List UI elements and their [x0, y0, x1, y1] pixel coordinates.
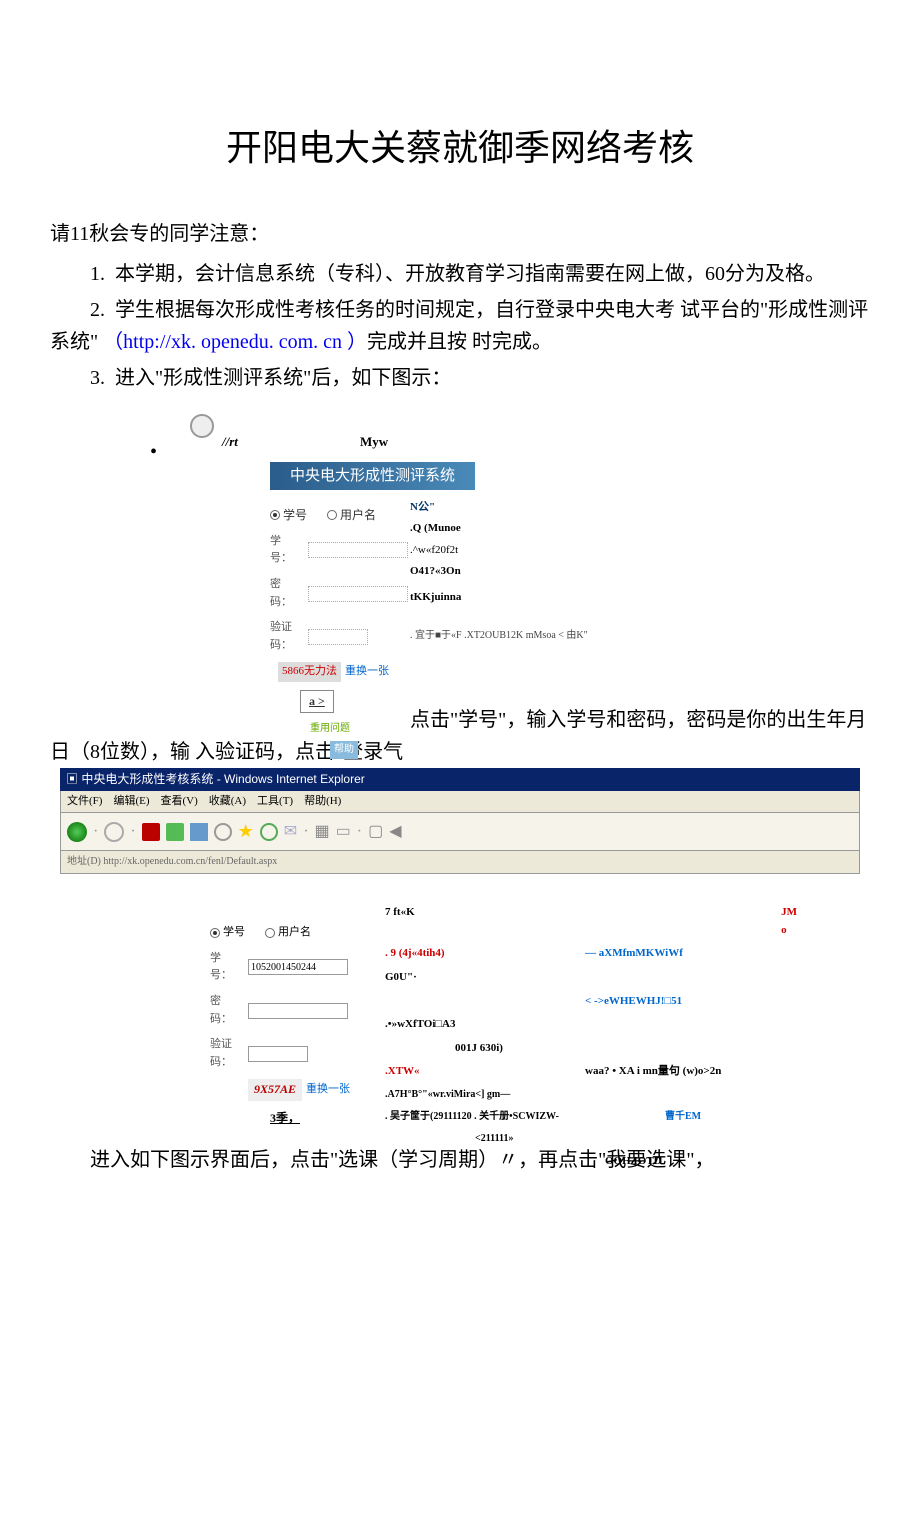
after-ss1-a: 点击"学号"，输入学号和密码，密码是你的出生年月日（8位数），输 入验证码，点击…: [50, 704, 870, 768]
r3a: .•»wXfTOi□A3: [385, 1016, 585, 1034]
ann-r4: tKKjuinna: [410, 589, 461, 607]
para-2b: 完成并且按 时完成。: [367, 331, 552, 353]
radio2-user-label: 用户名: [278, 924, 311, 942]
ie-window: ▣ 中央电大形成性考核系统 - Windows Internet Explore…: [60, 768, 860, 875]
para-3: 3. 进入"形成性测评系统"后，如下图示：: [50, 362, 870, 394]
radio2-user[interactable]: [265, 928, 275, 938]
id2-input[interactable]: 1052001450244: [248, 959, 348, 975]
r7: <211111»: [475, 1131, 514, 1147]
ie-addressbar[interactable]: 地址(D) http://xk.openedu.com.cn/fenl/Defa…: [60, 851, 860, 874]
screenshot-2: 学号 用户名 学 号： 1052001450244 密 码： 验证码： 9X57…: [110, 904, 810, 1134]
home-icon[interactable]: [190, 823, 208, 841]
para-1: 1. 本学期，会计信息系统（专科）、开放教育学习指南需要在网上做，60分为及格。: [50, 258, 870, 290]
faq-link[interactable]: 重用问题: [310, 721, 408, 737]
pw2-input[interactable]: [248, 1003, 348, 1019]
ie-titlebar: ▣ 中央电大形成性考核系统 - Windows Internet Explore…: [60, 768, 860, 791]
refresh-icon[interactable]: [166, 823, 184, 841]
bullet-icon: •: [150, 436, 157, 468]
history-icon[interactable]: [260, 823, 278, 841]
radio-student-label: 学号: [283, 506, 307, 525]
r8: OOH IOTD: [605, 1153, 662, 1171]
r2a: G0U"·: [385, 969, 585, 987]
back-icon[interactable]: [67, 822, 87, 842]
r4a: .XTW«: [385, 1063, 585, 1081]
radio-student[interactable]: [270, 510, 280, 520]
three-link[interactable]: 3季，: [270, 1109, 300, 1128]
radio-user[interactable]: [327, 510, 337, 520]
captcha2-image: 9X57AE: [248, 1079, 302, 1100]
print-icon[interactable]: ▦: [315, 819, 330, 845]
radio2-student[interactable]: [210, 928, 220, 938]
radio-user-label: 用户名: [340, 506, 376, 525]
cap-input[interactable]: [308, 629, 368, 645]
id2-label: 学 号：: [210, 950, 248, 985]
announcements: N公" .Q (Munoe .^w«f20f2t O41?«3On tKKjui…: [410, 499, 461, 611]
pw2-label: 密 码：: [210, 993, 248, 1028]
change2-link[interactable]: 重换一张: [306, 1081, 350, 1099]
edit-icon[interactable]: ▭: [336, 819, 351, 845]
stop-icon[interactable]: [142, 823, 160, 841]
intro-text: 请11秋会专的同学注意：: [50, 218, 870, 250]
mail-icon[interactable]: ✉: [284, 819, 297, 845]
login-form-2: 学号 用户名 学 号： 1052001450244 密 码： 验证码： 9X57…: [210, 924, 350, 1136]
discuss-icon[interactable]: ▢: [368, 819, 383, 845]
h1: 7 ft«K: [385, 904, 583, 939]
ann-r3: O41?«3On: [410, 563, 461, 581]
footer-text: . 宜于■于«F .XT2OUB12K mMsoa < 由K": [410, 628, 588, 644]
num-1: 1.: [90, 263, 105, 285]
after1-text: 点击"学号"，输入学号和密码，密码是你的出生年月日（8位数），输 入验证码，点击…: [50, 709, 866, 763]
num-2: 2.: [90, 299, 105, 321]
irt-text: //rt: [222, 432, 238, 453]
radio2-student-label: 学号: [223, 924, 245, 942]
help-link[interactable]: 帮助: [330, 741, 358, 759]
para-1-text: 本学期，会计信息系统（专科）、开放教育学习指南需要在网上做，60分为及格。: [115, 263, 825, 285]
para-3-text: 进入"形成性测评系统"后，如下图示：: [115, 367, 451, 389]
captcha-image: 5866无力法: [278, 662, 341, 682]
r5a: .A7H°B°"«wr.viMira<] gm—: [385, 1087, 510, 1103]
login-form: 学号 用户名 学 号： 密 码： 验证码： 5866无力法 重换一张 a > 重…: [270, 506, 408, 760]
forward-icon[interactable]: [104, 822, 124, 842]
cap-label: 验证码：: [270, 619, 308, 654]
r1a: . 9 (4j«4tih4): [385, 945, 585, 963]
change-captcha-link[interactable]: 重换一张: [345, 663, 389, 681]
ann-r2: .^w«f20f2t: [410, 542, 461, 560]
ie-toolbar: · · ★ ✉ · ▦ ▭ · ▢ ◀: [60, 813, 860, 851]
id-label: 学 号：: [270, 533, 308, 568]
r6a: . 吴子筐于(29111120 . 关千册•SCWIZW-: [385, 1109, 585, 1125]
ann2: 7 ft«K JM o . 9 (4j«4tih4) — aXMfmMKWiWf…: [385, 904, 805, 1176]
pw-label: 密 码：: [270, 576, 308, 611]
ie-menubar[interactable]: 文件(F) 编辑(E) 查看(V) 收藏(A) 工具(T) 帮助(H): [60, 791, 860, 814]
page-title: 开阳电大关蔡就御季网络考核: [50, 120, 870, 178]
misc-icon[interactable]: ◀: [389, 819, 401, 845]
r1b: — aXMfmMKWiWf: [585, 945, 785, 963]
ann-title: N公": [410, 499, 461, 517]
cap2-input[interactable]: [248, 1046, 308, 1062]
r2b: < ->eWHEWHJ!□51: [585, 993, 785, 1011]
r4b: waa? • XA i mn量句 (w)o>2n: [585, 1063, 785, 1081]
cap2-label: 验证码：: [210, 1036, 248, 1071]
ann-r1: .Q (Munoe: [410, 520, 461, 538]
r6b: 曹千EM: [665, 1109, 701, 1125]
search-icon[interactable]: [214, 823, 232, 841]
ie-page-icon: ▣: [66, 772, 78, 786]
jmo: JM o: [781, 904, 805, 939]
url-link[interactable]: （http://xk. openedu. com. cn ）: [103, 331, 367, 353]
r3b: 001J 630i): [455, 1040, 503, 1058]
nav-back-icon: [190, 414, 214, 438]
favorites-icon[interactable]: ★: [238, 817, 254, 846]
screenshot-1: • //rt Myw 中央电大形成性测评系统 学号 用户名 学 号： 密 码： …: [160, 414, 760, 694]
login-button[interactable]: a >: [300, 690, 334, 713]
myw-text: Myw: [360, 432, 388, 453]
id-input[interactable]: [308, 542, 408, 558]
para-2: 2.学生根据每次形成性考核任务的时间规定，自行登录中央电大考 试平台的"形成性测…: [50, 294, 870, 358]
num-3: 3.: [90, 367, 105, 389]
ie-title-text: 中央电大形成性考核系统 - Windows Internet Explorer: [81, 772, 364, 786]
pw-input[interactable]: [308, 586, 408, 602]
system-banner: 中央电大形成性测评系统: [270, 462, 475, 490]
